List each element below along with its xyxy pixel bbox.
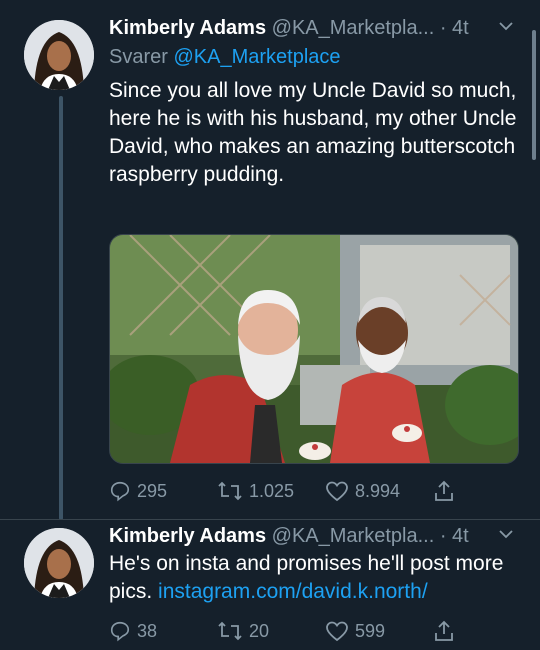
heart-icon bbox=[326, 481, 348, 502]
tweet-photo[interactable] bbox=[109, 234, 519, 464]
thread-connector-line bbox=[59, 96, 63, 520]
retweet-button[interactable]: 1.025 bbox=[217, 480, 294, 502]
replying-to: Svarer @KA_Marketplace bbox=[109, 46, 341, 69]
retweet-icon bbox=[218, 621, 242, 641]
photo-image bbox=[110, 235, 518, 463]
like-count: 599 bbox=[355, 620, 386, 641]
user-handle[interactable]: @KA_Marketpla... bbox=[272, 525, 435, 547]
tweet-text: Since you all love my Uncle David so muc… bbox=[109, 79, 517, 186]
chevron-down-icon[interactable] bbox=[498, 18, 514, 39]
tweet-header: Kimberly Adams @KA_Marketpla... · 4t bbox=[109, 524, 469, 548]
timestamp[interactable]: · 4t bbox=[440, 17, 469, 39]
tweet-header: Kimberly Adams @KA_Marketpla... · 4t bbox=[109, 16, 469, 40]
scrollbar[interactable] bbox=[532, 30, 536, 160]
reply-count: 295 bbox=[137, 480, 168, 501]
retweet-button[interactable]: 20 bbox=[217, 620, 269, 642]
share-button[interactable] bbox=[433, 480, 461, 502]
avatar-image bbox=[24, 528, 94, 598]
share-icon bbox=[435, 620, 453, 641]
chevron-down-icon[interactable] bbox=[498, 526, 514, 547]
reply-handle-link[interactable]: @KA_Marketplace bbox=[173, 46, 340, 68]
avatar-image bbox=[24, 20, 94, 90]
reply-icon bbox=[110, 481, 130, 502]
display-name[interactable]: Kimberly Adams bbox=[109, 17, 266, 39]
like-count: 8.994 bbox=[355, 480, 401, 501]
user-handle[interactable]: @KA_Marketpla... bbox=[272, 17, 435, 39]
heart-icon bbox=[326, 621, 348, 642]
tweet-actions: 38 20 599 bbox=[109, 620, 529, 650]
instagram-link[interactable]: instagram.com/david.k.north/ bbox=[158, 580, 428, 603]
reply-count: 38 bbox=[137, 620, 158, 641]
display-name[interactable]: Kimberly Adams bbox=[109, 525, 266, 547]
reply-button[interactable]: 295 bbox=[109, 480, 167, 502]
reply-button[interactable]: 38 bbox=[109, 620, 157, 642]
avatar[interactable] bbox=[24, 528, 94, 598]
reply-prefix: Svarer bbox=[109, 46, 168, 68]
reply-icon bbox=[110, 621, 130, 642]
retweet-icon bbox=[218, 481, 242, 501]
like-button[interactable]: 599 bbox=[325, 620, 385, 642]
tweet-divider bbox=[0, 519, 540, 520]
timestamp[interactable]: · 4t bbox=[440, 525, 469, 547]
like-button[interactable]: 8.994 bbox=[325, 480, 400, 502]
retweet-count: 20 bbox=[249, 620, 270, 641]
tweet-text: He's on insta and promises he'll post mo… bbox=[109, 550, 519, 606]
share-button[interactable] bbox=[433, 620, 461, 642]
share-icon bbox=[435, 480, 453, 501]
retweet-count: 1.025 bbox=[249, 480, 295, 501]
tweet-actions: 295 1.025 8.994 bbox=[109, 480, 529, 510]
avatar[interactable] bbox=[24, 20, 94, 90]
